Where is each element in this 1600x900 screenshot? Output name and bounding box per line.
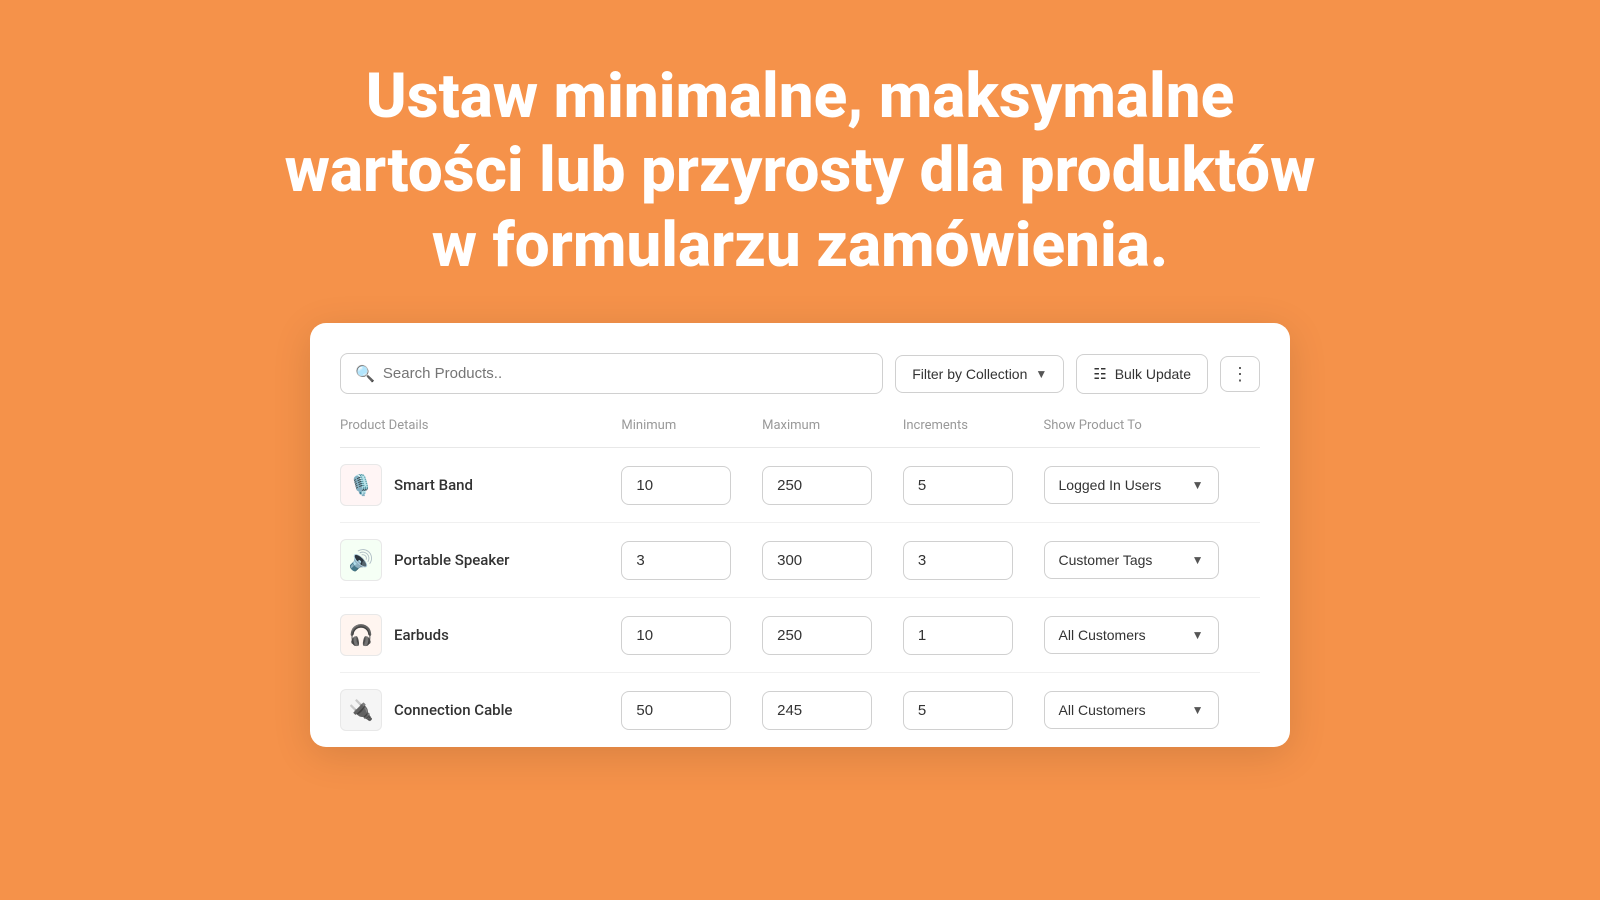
increments-input[interactable] [903,616,1013,655]
show-dropdown-chevron-icon: ▼ [1192,553,1204,567]
product-thumbnail: 🎙️ [340,464,382,506]
product-name: Earbuds [394,626,449,644]
bulk-label: Bulk Update [1115,366,1191,382]
main-card: 🔍 Filter by Collection ▼ ☷ Bulk Update ⋮… [310,323,1290,747]
table-row: 🔊 Portable Speaker Customer Tags ▼ [340,523,1260,598]
maximum-input[interactable] [762,616,872,655]
show-dropdown-chevron-icon: ▼ [1192,478,1204,492]
product-thumbnail: 🔊 [340,539,382,581]
product-thumbnail: 🎧 [340,614,382,656]
product-name: Smart Band [394,476,473,494]
minimum-input[interactable] [621,541,731,580]
increments-input[interactable] [903,466,1013,505]
table-row: 🎧 Earbuds All Customers ▼ [340,598,1260,673]
product-cell: 🔌 Connection Cable [340,689,621,731]
header-increments: Increments [903,418,1044,448]
header-product: Product Details [340,418,621,448]
more-icon: ⋮ [1231,365,1249,383]
increments-input[interactable] [903,541,1013,580]
filter-chevron-icon: ▼ [1035,367,1047,381]
search-input[interactable] [383,365,868,382]
product-name: Portable Speaker [394,551,509,569]
maximum-input[interactable] [762,541,872,580]
show-dropdown-chevron-icon: ▼ [1192,628,1204,642]
maximum-input[interactable] [762,691,872,730]
product-thumbnail: 🔌 [340,689,382,731]
header-maximum: Maximum [762,418,903,448]
show-product-dropdown[interactable]: Logged In Users ▼ [1044,466,1219,504]
product-name: Connection Cable [394,701,512,719]
show-product-value: Customer Tags [1059,552,1153,568]
search-wrapper[interactable]: 🔍 [340,353,883,394]
table-header-row: Product Details Minimum Maximum Incremen… [340,418,1260,448]
show-product-value: All Customers [1059,702,1146,718]
header-minimum: Minimum [621,418,762,448]
table-row: 🎙️ Smart Band Logged In Users ▼ [340,448,1260,523]
hero-section: Ustaw minimalne, maksymalne wartości lub… [85,0,1516,323]
minimum-input[interactable] [621,616,731,655]
more-options-button[interactable]: ⋮ [1220,356,1260,392]
bulk-icon: ☷ [1093,365,1106,383]
filter-label: Filter by Collection [912,366,1027,382]
show-product-dropdown[interactable]: All Customers ▼ [1044,616,1219,654]
show-dropdown-chevron-icon: ▼ [1192,703,1204,717]
show-product-dropdown[interactable]: All Customers ▼ [1044,691,1219,729]
product-cell: 🔊 Portable Speaker [340,539,621,581]
increments-input[interactable] [903,691,1013,730]
show-product-value: Logged In Users [1059,477,1162,493]
products-table: Product Details Minimum Maximum Incremen… [340,418,1260,747]
hero-title: Ustaw minimalne, maksymalne wartości lub… [285,60,1316,283]
product-cell: 🎧 Earbuds [340,614,621,656]
search-icon: 🔍 [355,364,375,383]
header-show-product: Show Product To [1044,418,1260,448]
filter-by-collection-button[interactable]: Filter by Collection ▼ [895,355,1064,393]
minimum-input[interactable] [621,466,731,505]
bulk-update-button[interactable]: ☷ Bulk Update [1076,354,1208,394]
table-row: 🔌 Connection Cable All Customers ▼ [340,673,1260,748]
product-cell: 🎙️ Smart Band [340,464,621,506]
show-product-dropdown[interactable]: Customer Tags ▼ [1044,541,1219,579]
show-product-value: All Customers [1059,627,1146,643]
maximum-input[interactable] [762,466,872,505]
minimum-input[interactable] [621,691,731,730]
toolbar: 🔍 Filter by Collection ▼ ☷ Bulk Update ⋮ [340,353,1260,394]
